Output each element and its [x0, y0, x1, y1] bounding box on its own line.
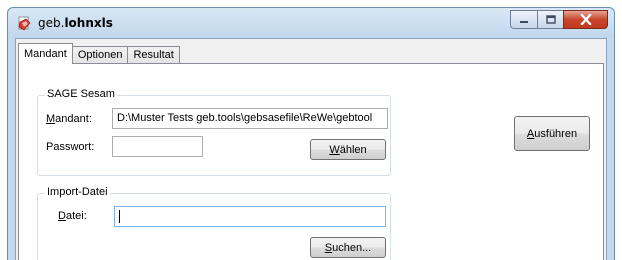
- window-title-strong: lohnxls: [64, 16, 113, 30]
- import-datei-group: Import-Datei Datei: Suchen...: [37, 186, 391, 260]
- close-button[interactable]: [563, 10, 608, 29]
- window-title: geb.lohnxls: [38, 16, 113, 30]
- title-bar[interactable]: geb.lohnxls: [8, 8, 614, 38]
- text-caret: [119, 210, 120, 223]
- mandant-label-rest: andant:: [55, 113, 92, 125]
- datei-label: Datei:: [58, 210, 87, 222]
- maximize-button[interactable]: [537, 10, 563, 29]
- mandant-label: Mandant:: [46, 113, 92, 125]
- window-title-prefix: geb.: [38, 16, 65, 30]
- import-datei-legend: Import-Datei: [45, 186, 110, 198]
- client-area: Mandant Optionen Resultat SAGE Sesam Man…: [15, 38, 607, 260]
- window-controls: [510, 10, 608, 29]
- minimize-icon: [520, 20, 528, 23]
- suchen-rest: uchen...: [332, 241, 372, 254]
- tab-optionen[interactable]: Optionen: [71, 46, 129, 64]
- tab-resultat[interactable]: Resultat: [127, 46, 180, 64]
- tab-panel-mandant: SAGE Sesam Mandant: D:\Muster Tests geb.…: [18, 63, 604, 260]
- app-icon: [18, 16, 31, 31]
- minimize-button[interactable]: [510, 10, 537, 29]
- ausfuehren-rest: usführen: [534, 127, 578, 140]
- waehlen-mnemonic: W: [329, 143, 340, 156]
- mandant-path-field[interactable]: D:\Muster Tests geb.tools\gebsasefile\Re…: [112, 108, 388, 129]
- close-icon: [579, 14, 592, 25]
- passwort-field[interactable]: [112, 136, 203, 157]
- waehlen-button[interactable]: Wählen: [310, 139, 386, 160]
- mandant-label-mnemonic: M: [46, 113, 56, 125]
- datei-label-mnemonic: D: [58, 210, 66, 222]
- waehlen-rest: ählen: [339, 143, 367, 156]
- datei-label-rest: atei:: [65, 210, 87, 222]
- ausfuehren-button[interactable]: Ausführen: [514, 116, 590, 151]
- maximize-icon: [545, 15, 556, 24]
- tab-strip: Mandant Optionen Resultat: [18, 43, 180, 64]
- suchen-button[interactable]: Suchen...: [310, 237, 386, 258]
- tab-mandant[interactable]: Mandant: [18, 43, 73, 64]
- sage-sesam-legend: SAGE Sesam: [45, 88, 117, 100]
- passwort-label: Passwort:: [46, 141, 95, 153]
- app-window: geb.lohnxls Mandant Optionen Resultat SA…: [7, 7, 615, 260]
- suchen-mnemonic: S: [324, 241, 333, 254]
- sage-sesam-group: SAGE Sesam Mandant: D:\Muster Tests geb.…: [37, 88, 391, 176]
- datei-field[interactable]: [114, 206, 386, 227]
